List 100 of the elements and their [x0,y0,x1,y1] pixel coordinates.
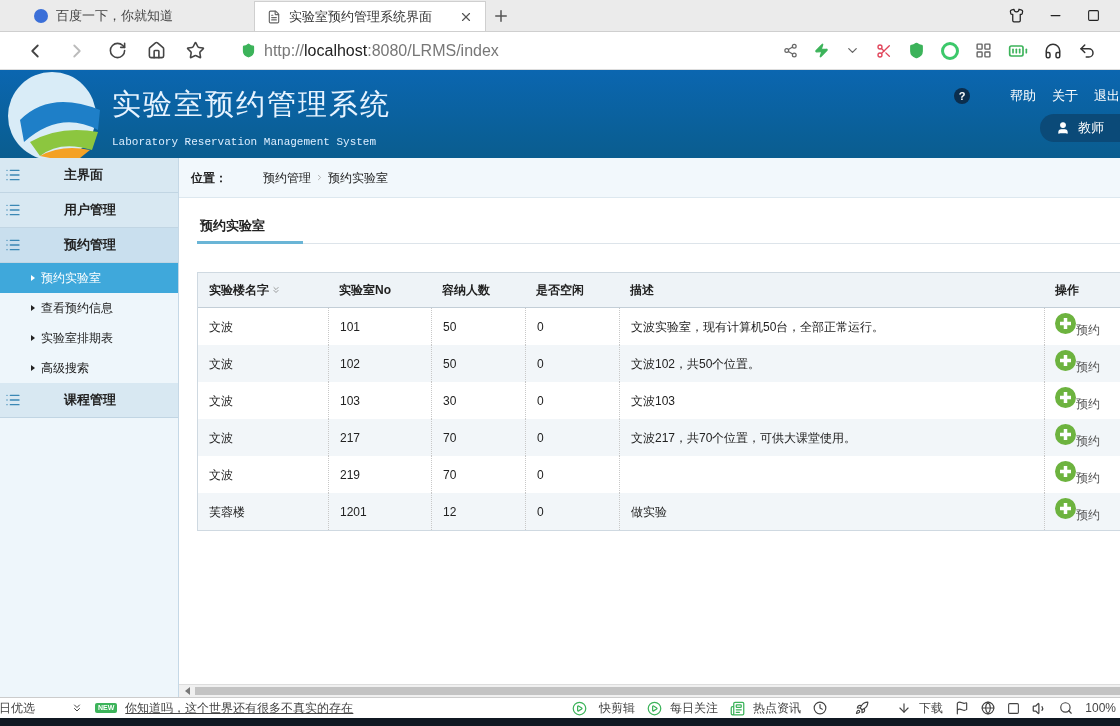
column-header[interactable]: 实验室No [328,281,431,299]
status-item[interactable]: 热点资讯 [753,699,802,717]
column-header[interactable]: 容纳人数 [431,281,525,299]
header-link[interactable]: 退出 [1094,86,1120,106]
reserve-link[interactable]: 预约 [1055,460,1100,489]
tab-title: 实验室预约管理系统界面 [289,7,433,26]
browser-tab[interactable]: 百度一下，你就知道 [22,1,254,31]
clock-icon[interactable] [813,701,828,715]
page-icon [267,9,281,24]
item-label: 查看预约信息 [41,300,113,317]
status-text[interactable]: 日优选 [0,699,35,717]
flag-icon[interactable] [955,701,970,715]
sidebar-item[interactable]: 高级搜索 [0,353,178,383]
star-icon[interactable] [186,41,205,60]
sidebar-section[interactable]: 预约管理 [0,228,178,263]
list-icon [5,392,21,408]
user-icon [1056,121,1070,135]
tab-title: 百度一下，你就知道 [56,7,174,26]
separator-icon [315,173,324,182]
table-cell-text: 文波 [209,429,233,447]
plus-icon [1055,312,1076,334]
panel-tab[interactable]: 预约实验室 [197,216,303,244]
status-item[interactable]: 下载 [919,699,944,717]
window-icon[interactable] [1007,701,1021,715]
shield-icon [241,43,256,58]
browser-tab[interactable]: 实验室预约管理系统界面 [254,1,486,31]
table-cell-text: 50 [443,355,457,373]
triangle-icon [31,305,35,311]
headphones-icon[interactable] [1044,41,1062,60]
list-icon [5,202,21,218]
share-icon[interactable] [783,43,798,58]
table-cell-text: 文波 [209,318,233,336]
home-icon[interactable] [147,41,166,60]
play-icon [647,700,663,716]
maximize-icon[interactable] [1087,8,1100,22]
scissors-icon[interactable] [876,42,892,59]
newspaper-icon [730,700,746,716]
table-cell-text: 文波103 [631,392,676,410]
plus-icon [1055,460,1076,482]
table-cell-text: 0 [537,503,544,521]
address-field[interactable]: http://localhost:8080/LRMS/index [241,38,741,63]
site-subtitle: Laboratory Reservation Management System [112,134,378,150]
section-label: 主界面 [64,166,103,185]
header-link[interactable]: 关于 [1052,86,1078,106]
reserve-link[interactable]: 预约 [1055,497,1100,526]
item-label: 预约实验室 [41,270,101,287]
browser-icon[interactable] [981,701,996,715]
sidebar-item[interactable]: 实验室排期表 [0,323,178,353]
undo-icon[interactable] [1078,41,1096,60]
user-button[interactable]: 教师 [1040,114,1120,142]
section-label: 课程管理 [64,391,116,410]
reserve-link[interactable]: 预约 [1055,349,1100,378]
search-icon[interactable] [1059,701,1074,715]
table-cell-text: 文波 [209,392,233,410]
column-header[interactable]: 实验楼名字 [198,281,328,299]
status-item[interactable]: 快剪辑 [599,699,636,717]
table-cell-text: 101 [340,318,361,336]
breadcrumb-link[interactable]: 预约实验室 [328,168,388,187]
reload-icon[interactable] [108,41,127,60]
column-header[interactable]: 是否空闲 [525,281,619,299]
breadcrumb-link[interactable]: 预约管理 [263,168,311,187]
plus-icon [1055,423,1076,445]
reserve-link[interactable]: 预约 [1055,312,1100,341]
header-link[interactable]: 帮助 [1010,86,1036,106]
table-cell-text: 文波 [209,355,233,373]
help-icon[interactable]: ? [954,87,970,104]
chevrons-icon[interactable] [71,702,83,714]
reserve-link[interactable]: 预约 [1055,423,1100,452]
grid-icon[interactable] [975,42,992,59]
triangle-icon [31,275,35,281]
item-label: 高级搜索 [41,360,89,377]
news-link[interactable]: 你知道吗，这个世界还有很多不真实的存在 [125,699,354,717]
list-icon [5,237,21,253]
shield-icon[interactable] [908,42,925,59]
table-cell-text: 文波 [209,466,233,484]
reserve-label: 预约 [1076,469,1100,487]
table-cell-text: 0 [537,355,544,373]
table-cell-text: 文波实验室，现有计算机50台，全部正常运行。 [631,318,885,336]
shirt-icon[interactable] [1009,7,1024,23]
triangle-icon [31,335,35,341]
horizontal-scrollbar[interactable] [195,687,1120,695]
sidebar-section[interactable]: 用户管理 [0,193,178,228]
sidebar-section[interactable]: 主界面 [0,158,178,193]
column-header[interactable]: 操作 [1044,281,1120,299]
sidebar-section[interactable]: 课程管理 [0,383,178,418]
table-cell-text: 1201 [340,503,367,521]
status-item[interactable]: 每日关注 [670,699,719,717]
table-cell-text: 0 [537,466,544,484]
column-header[interactable]: 描述 [619,281,1044,299]
play-icon[interactable] [572,700,588,716]
rocket-icon[interactable] [855,701,870,715]
plus-icon [1055,497,1076,519]
table-cell-text: 30 [443,392,457,410]
lightning-icon[interactable] [814,43,829,58]
reserve-link[interactable]: 预约 [1055,386,1100,415]
reserve-label: 预约 [1076,395,1100,413]
sidebar-item[interactable]: 查看预约信息 [0,293,178,323]
zoom-level[interactable]: 100% [1085,699,1120,717]
table-cell-text: 103 [340,392,361,410]
table-cell-text: 文波102，共50个位置。 [631,355,761,373]
